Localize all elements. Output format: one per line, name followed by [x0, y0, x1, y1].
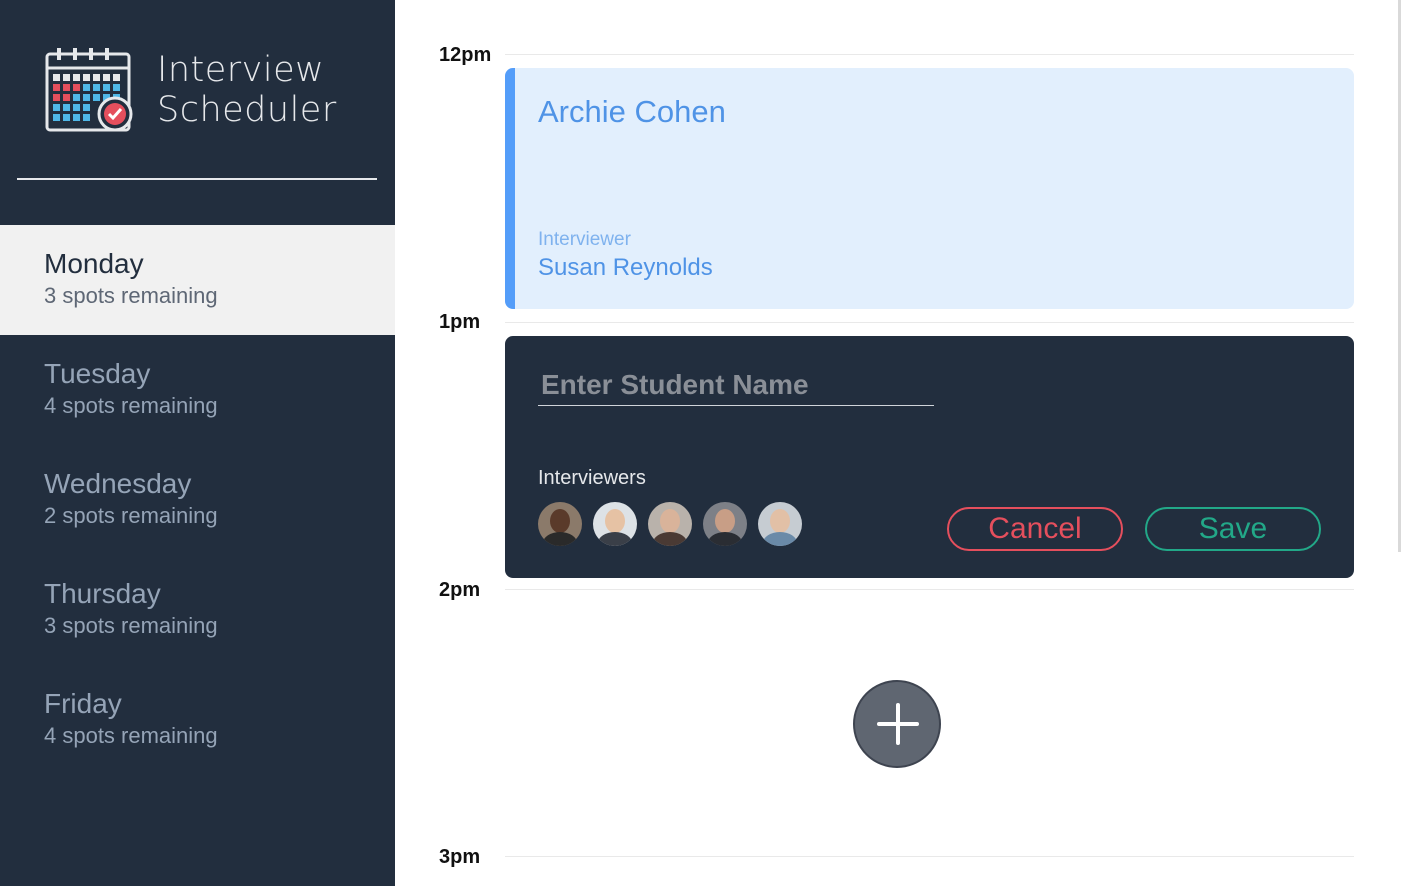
- time-label-3pm: 3pm: [439, 846, 481, 868]
- day-spots: 4 spots remaining: [44, 393, 218, 418]
- slot-divider: [505, 322, 1354, 323]
- day-item-monday[interactable]: Monday 3 spots remaining: [0, 225, 395, 335]
- time-label-12pm: 12pm: [439, 44, 492, 66]
- sidebar: Interview Scheduler Monday 3 spots remai…: [0, 0, 395, 886]
- appointment-accent: [505, 68, 515, 309]
- app-title: Interview Scheduler: [157, 50, 337, 130]
- interviewer-avatar[interactable]: [593, 502, 637, 546]
- interviewers-label: Interviewers: [538, 467, 646, 489]
- appointment-form: Interviewers Cancel Save: [505, 336, 1354, 578]
- student-name-input[interactable]: [538, 364, 934, 406]
- interviewer-avatar[interactable]: [703, 502, 747, 546]
- interviewer-avatar[interactable]: [648, 502, 692, 546]
- app-title-line1: Interview: [157, 50, 325, 90]
- schedule: 12pm Archie Cohen Interviewer Susan Reyn…: [395, 0, 1401, 886]
- interviewer-avatar[interactable]: [758, 502, 802, 546]
- appointment-interviewer-name: Susan Reynolds: [538, 254, 713, 281]
- time-label-1pm: 1pm: [439, 311, 481, 333]
- interviewer-list: [538, 502, 813, 546]
- slot-divider: [505, 589, 1354, 590]
- day-item-tuesday[interactable]: Tuesday 4 spots remaining: [0, 335, 395, 445]
- time-label-2pm: 2pm: [439, 579, 481, 601]
- add-appointment-button[interactable]: [853, 680, 941, 768]
- day-spots: 4 spots remaining: [44, 723, 218, 748]
- day-item-thursday[interactable]: Thursday 3 spots remaining: [0, 555, 395, 665]
- calendar-check-icon: [45, 48, 133, 132]
- day-name: Wednesday: [44, 468, 192, 499]
- slot-divider: [505, 856, 1354, 857]
- day-name: Friday: [44, 688, 122, 719]
- day-name: Thursday: [44, 578, 161, 609]
- day-name: Tuesday: [44, 358, 151, 389]
- day-list: Monday 3 spots remaining Tuesday 4 spots…: [0, 225, 395, 775]
- appointment-interviewer-label: Interviewer: [538, 229, 631, 250]
- brand: Interview Scheduler: [45, 46, 337, 134]
- cancel-button[interactable]: Cancel: [947, 507, 1123, 551]
- save-button[interactable]: Save: [1145, 507, 1321, 551]
- day-spots: 3 spots remaining: [44, 613, 218, 638]
- day-item-friday[interactable]: Friday 4 spots remaining: [0, 665, 395, 775]
- day-spots: 2 spots remaining: [44, 503, 218, 528]
- day-name: Monday: [44, 248, 144, 279]
- day-spots: 3 spots remaining: [44, 283, 218, 308]
- interviewer-avatar[interactable]: [538, 502, 582, 546]
- appointment-student: Archie Cohen: [538, 94, 726, 129]
- slot-divider: [505, 54, 1354, 55]
- appointment-card[interactable]: Archie Cohen Interviewer Susan Reynolds: [505, 68, 1354, 309]
- day-item-wednesday[interactable]: Wednesday 2 spots remaining: [0, 445, 395, 555]
- brand-divider: [17, 178, 377, 180]
- app-title-line2: Scheduler: [157, 90, 337, 130]
